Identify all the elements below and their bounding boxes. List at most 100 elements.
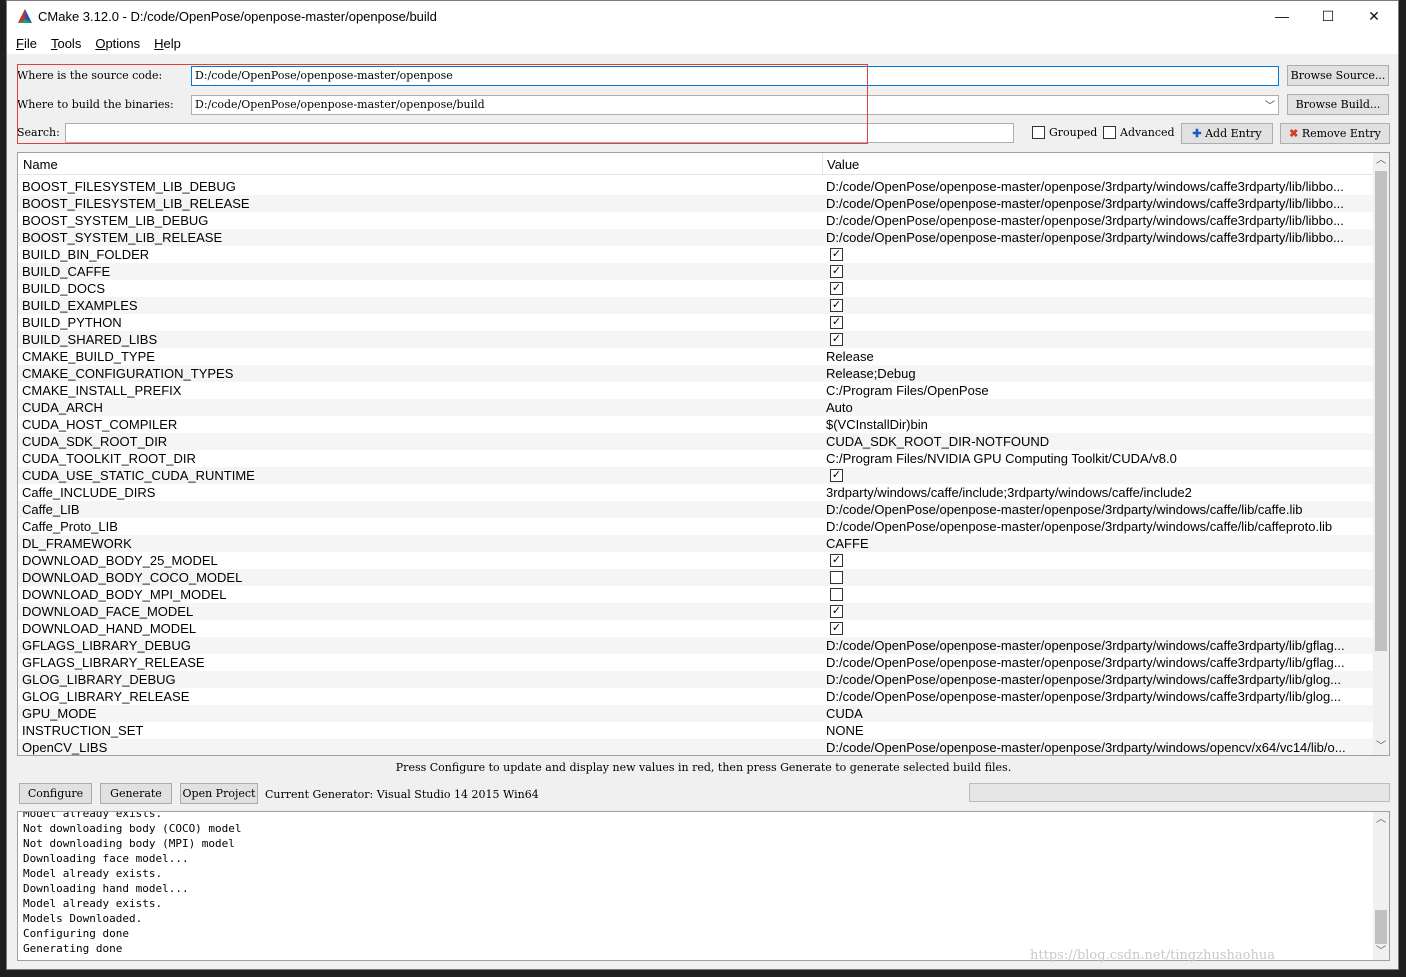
scrollbar-thumb[interactable] — [1375, 910, 1387, 944]
log-scrollbar[interactable]: ︿ ﹀ — [1373, 812, 1389, 960]
table-row[interactable]: GPU_MODE CUDA — [18, 705, 1374, 722]
entry-checkbox[interactable]: ✓ — [830, 282, 843, 295]
configure-button[interactable]: Configure — [19, 783, 92, 804]
generate-button[interactable]: Generate — [100, 783, 172, 804]
table-row[interactable]: DOWNLOAD_BODY_MPI_MODEL — [18, 586, 1374, 603]
table-row[interactable]: GFLAGS_LIBRARY_RELEASE D:/code/OpenPose/o… — [18, 654, 1374, 671]
table-scrollbar[interactable]: ︿ ﹀ — [1373, 153, 1389, 755]
entry-checkbox[interactable]: ✓ — [830, 265, 843, 278]
entry-checkbox[interactable]: ✓ — [830, 622, 843, 635]
table-row[interactable]: Caffe_INCLUDE_DIRS 3rdparty/windows/caffe… — [18, 484, 1374, 501]
table-row[interactable]: BOOST_FILESYSTEM_LIB_DEBUG D:/code/OpenPo… — [18, 178, 1374, 195]
table-row[interactable]: BOOST_SYSTEM_LIB_RELEASE D:/code/OpenPose… — [18, 229, 1374, 246]
source-path-input[interactable]: D:/code/OpenPose/openpose-master/openpos… — [191, 66, 1279, 86]
entry-value[interactable]: D:/code/OpenPose/openpose-master/openpos… — [826, 739, 1371, 755]
entry-value[interactable]: D:/code/OpenPose/openpose-master/openpos… — [826, 212, 1371, 229]
table-row[interactable]: INSTRUCTION_SET NONE — [18, 722, 1374, 739]
table-row[interactable]: OpenCV_LIBS D:/code/OpenPose/openpose-mas… — [18, 739, 1374, 755]
entry-checkbox[interactable]: ✓ — [830, 333, 843, 346]
entry-value[interactable]: C:/Program Files/NVIDIA GPU Computing To… — [826, 450, 1371, 467]
entry-value[interactable]: NONE — [826, 722, 1371, 739]
scrollbar-thumb[interactable] — [1375, 171, 1387, 651]
table-row[interactable]: CUDA_ARCH Auto — [18, 399, 1374, 416]
column-header-name[interactable]: Name — [23, 157, 58, 172]
scroll-up-icon[interactable]: ︿ — [1373, 812, 1389, 828]
table-row[interactable]: CUDA_USE_STATIC_CUDA_RUNTIME ✓ — [18, 467, 1374, 484]
entry-checkbox[interactable]: ✓ — [830, 605, 843, 618]
entry-value[interactable]: Auto — [826, 399, 1371, 416]
browse-source-button[interactable]: Browse Source... — [1287, 65, 1389, 86]
entry-value[interactable]: CAFFE — [826, 535, 1371, 552]
entry-value[interactable]: 3rdparty/windows/caffe/include;3rdparty/… — [826, 484, 1371, 501]
entry-value[interactable]: C:/Program Files/OpenPose — [826, 382, 1371, 399]
search-input[interactable] — [65, 123, 1014, 143]
build-path-combo[interactable]: D:/code/OpenPose/openpose-master/openpos… — [191, 95, 1279, 115]
entry-value[interactable]: D:/code/OpenPose/openpose-master/openpos… — [826, 688, 1371, 705]
column-header-value[interactable]: Value — [827, 157, 859, 172]
table-row[interactable]: DOWNLOAD_HAND_MODEL ✓ — [18, 620, 1374, 637]
add-entry-button[interactable]: ✚ Add Entry — [1181, 123, 1273, 144]
entry-value[interactable]: Release;Debug — [826, 365, 1371, 382]
entry-value[interactable]: D:/code/OpenPose/openpose-master/openpos… — [826, 501, 1371, 518]
open-project-button[interactable]: Open Project — [180, 783, 258, 804]
table-row[interactable]: DOWNLOAD_FACE_MODEL ✓ — [18, 603, 1374, 620]
entry-value[interactable]: D:/code/OpenPose/openpose-master/openpos… — [826, 654, 1371, 671]
maximize-button[interactable]: ☐ — [1305, 1, 1351, 31]
log-line: Model already exists. — [23, 867, 163, 880]
menu-options[interactable]: Options — [95, 36, 140, 51]
menu-tools[interactable]: Tools — [51, 36, 81, 51]
menu-help[interactable]: Help — [154, 36, 181, 51]
table-row[interactable]: Caffe_Proto_LIB D:/code/OpenPose/openpose… — [18, 518, 1374, 535]
scroll-down-icon[interactable]: ﹀ — [1373, 739, 1389, 755]
table-row[interactable]: CUDA_SDK_ROOT_DIR CUDA_SDK_ROOT_DIR-NOTFO… — [18, 433, 1374, 450]
advanced-checkbox[interactable] — [1103, 126, 1116, 139]
table-row[interactable]: BUILD_CAFFE ✓ — [18, 263, 1374, 280]
menu-file[interactable]: File — [16, 36, 37, 51]
table-row[interactable]: Caffe_LIB D:/code/OpenPose/openpose-maste… — [18, 501, 1374, 518]
close-button[interactable]: ✕ — [1351, 1, 1397, 31]
table-row[interactable]: GLOG_LIBRARY_RELEASE D:/code/OpenPose/ope… — [18, 688, 1374, 705]
table-row[interactable]: BUILD_DOCS ✓ — [18, 280, 1374, 297]
scroll-up-icon[interactable]: ︿ — [1373, 153, 1389, 169]
table-row[interactable]: CMAKE_BUILD_TYPE Release — [18, 348, 1374, 365]
entry-value[interactable]: $(VCInstallDir)bin — [826, 416, 1371, 433]
entry-checkbox[interactable]: ✓ — [830, 316, 843, 329]
table-row[interactable]: DOWNLOAD_BODY_COCO_MODEL — [18, 569, 1374, 586]
table-row[interactable]: BUILD_SHARED_LIBS ✓ — [18, 331, 1374, 348]
table-row[interactable]: BOOST_FILESYSTEM_LIB_RELEASE D:/code/Open… — [18, 195, 1374, 212]
minimize-button[interactable]: — — [1259, 1, 1305, 31]
table-row[interactable]: CMAKE_CONFIGURATION_TYPES Release;Debug — [18, 365, 1374, 382]
table-row[interactable]: GFLAGS_LIBRARY_DEBUG D:/code/OpenPose/ope… — [18, 637, 1374, 654]
entry-checkbox[interactable]: ✓ — [830, 554, 843, 567]
entry-value[interactable]: D:/code/OpenPose/openpose-master/openpos… — [826, 178, 1371, 195]
table-row[interactable]: BUILD_PYTHON ✓ — [18, 314, 1374, 331]
scroll-down-icon[interactable]: ﹀ — [1373, 944, 1389, 960]
entry-value[interactable]: CUDA — [826, 705, 1371, 722]
table-row[interactable]: CMAKE_INSTALL_PREFIX C:/Program Files/Ope… — [18, 382, 1374, 399]
entry-value[interactable]: D:/code/OpenPose/openpose-master/openpos… — [826, 195, 1371, 212]
table-row[interactable]: BUILD_BIN_FOLDER ✓ — [18, 246, 1374, 263]
output-log[interactable]: Model already exists. Not downloading bod… — [17, 811, 1390, 961]
table-row[interactable]: CUDA_TOOLKIT_ROOT_DIR C:/Program Files/NV… — [18, 450, 1374, 467]
table-row[interactable]: DOWNLOAD_BODY_25_MODEL ✓ — [18, 552, 1374, 569]
entry-value[interactable]: D:/code/OpenPose/openpose-master/openpos… — [826, 671, 1371, 688]
remove-entry-button[interactable]: ✖ Remove Entry — [1280, 123, 1390, 144]
table-row[interactable]: BOOST_SYSTEM_LIB_DEBUG D:/code/OpenPose/o… — [18, 212, 1374, 229]
entry-checkbox[interactable]: ✓ — [830, 299, 843, 312]
entry-checkbox[interactable] — [830, 588, 843, 601]
entry-value[interactable]: CUDA_SDK_ROOT_DIR-NOTFOUND — [826, 433, 1371, 450]
entry-value[interactable]: D:/code/OpenPose/openpose-master/openpos… — [826, 518, 1371, 535]
entry-name: GLOG_LIBRARY_DEBUG — [22, 672, 176, 687]
table-row[interactable]: DL_FRAMEWORK CAFFE — [18, 535, 1374, 552]
table-row[interactable]: CUDA_HOST_COMPILER $(VCInstallDir)bin — [18, 416, 1374, 433]
entry-checkbox[interactable]: ✓ — [830, 469, 843, 482]
entry-checkbox[interactable]: ✓ — [830, 248, 843, 261]
table-row[interactable]: GLOG_LIBRARY_DEBUG D:/code/OpenPose/openp… — [18, 671, 1374, 688]
grouped-checkbox[interactable] — [1032, 126, 1045, 139]
table-row[interactable]: BUILD_EXAMPLES ✓ — [18, 297, 1374, 314]
entry-value[interactable]: D:/code/OpenPose/openpose-master/openpos… — [826, 637, 1371, 654]
entry-value[interactable]: D:/code/OpenPose/openpose-master/openpos… — [826, 229, 1371, 246]
browse-build-button[interactable]: Browse Build... — [1287, 94, 1389, 115]
entry-value[interactable]: Release — [826, 348, 1371, 365]
entry-checkbox[interactable] — [830, 571, 843, 584]
